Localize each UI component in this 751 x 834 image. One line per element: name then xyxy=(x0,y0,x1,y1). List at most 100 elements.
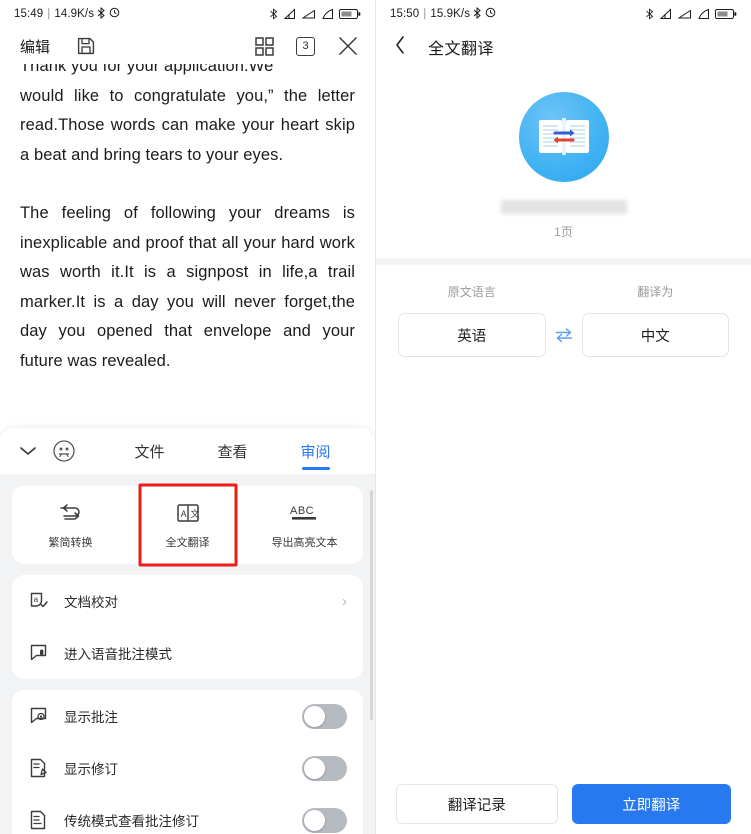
sheet-scrollbar[interactable] xyxy=(370,490,373,720)
close-icon[interactable] xyxy=(337,35,359,57)
proofread-icon: a xyxy=(28,591,50,611)
svg-text:ABC: ABC xyxy=(290,505,314,517)
revision-icon xyxy=(28,758,50,778)
svg-text:A: A xyxy=(180,509,186,519)
document-paragraph-2: The feeling of following your dreams is … xyxy=(20,204,355,370)
toggle-knob xyxy=(304,757,325,779)
phone-split-screen: 15:49 | 14.9K/s 编辑 3 Thank you for your … xyxy=(0,0,751,834)
toggles-list-card: 显示批注 显示修订 传统模式查看批注修订 xyxy=(12,690,363,834)
comment-eye-icon xyxy=(28,706,50,726)
signal-icon xyxy=(283,8,296,20)
alarm-icon xyxy=(109,7,120,21)
section-divider xyxy=(376,258,751,265)
translation-history-button[interactable]: 翻译记录 xyxy=(396,784,558,824)
left-status-bar: 15:49 | 14.9K/s xyxy=(0,0,375,28)
toggle-knob xyxy=(304,809,325,831)
book-translate-icon xyxy=(518,92,609,182)
bluetooth-icon xyxy=(473,6,482,22)
tools-list-card: a 文档校对 › 进入语音批注模式 xyxy=(12,575,363,679)
grid-icon[interactable] xyxy=(255,36,274,56)
svg-text:文: 文 xyxy=(190,508,199,519)
source-language-select[interactable]: 英语 xyxy=(398,313,546,357)
chevron-right-icon: › xyxy=(342,592,347,610)
review-bottom-sheet: 文件 查看 审阅 繁简转换 A 文 全文翻译 ABC 导出高亮文本 a 文档校对… xyxy=(0,428,375,834)
page-count-label: 1页 xyxy=(554,225,573,239)
chevron-down-icon[interactable] xyxy=(18,444,52,458)
right-status-bar: 15:50 | 15.9K/s xyxy=(376,0,751,28)
status-time: 15:49 xyxy=(14,8,44,20)
toggle-knob xyxy=(304,705,325,727)
toggle-show-comments[interactable] xyxy=(302,703,347,729)
row-label: 文档校对 xyxy=(64,595,118,610)
action-label: 全文翻译 xyxy=(165,537,210,549)
edit-button[interactable]: 编辑 xyxy=(20,36,50,57)
toggle-show-revisions[interactable] xyxy=(302,755,347,781)
status-netspeed: 14.9K/s xyxy=(54,8,95,20)
editor-toolbar: 编辑 3 xyxy=(0,28,375,64)
action-export-highlighted-text[interactable]: ABC 导出高亮文本 xyxy=(246,500,363,550)
tab-count-badge[interactable]: 3 xyxy=(296,36,315,56)
row-legacy-review-mode[interactable]: 传统模式查看批注修订 xyxy=(12,794,363,834)
save-icon[interactable] xyxy=(76,36,96,56)
tab-view[interactable]: 查看 xyxy=(191,428,274,474)
row-show-comments[interactable]: 显示批注 xyxy=(12,690,363,742)
brush-tool-icon[interactable] xyxy=(52,439,108,463)
signal-icon xyxy=(659,8,672,20)
row-label: 进入语音批注模式 xyxy=(64,647,172,662)
source-language-header: 原文语言 xyxy=(447,285,496,299)
svg-text:a: a xyxy=(34,595,39,604)
sheet-tab-bar: 文件 查看 审阅 xyxy=(0,428,375,474)
status-divider: | xyxy=(47,8,51,20)
toolbar-right-group: 3 xyxy=(255,35,359,57)
bluetooth-icon xyxy=(97,6,106,22)
battery-icon xyxy=(715,8,737,20)
page-title: 全文翻译 xyxy=(428,41,495,58)
status-netspeed: 15.9K/s xyxy=(430,8,471,20)
language-selectors: 英语 中文 xyxy=(398,313,729,357)
bluetooth-icon xyxy=(645,8,654,20)
row-document-proofread[interactable]: a 文档校对 › xyxy=(12,575,363,627)
action-full-text-translate[interactable]: A 文 全文翻译 xyxy=(129,500,246,550)
convert-icon xyxy=(58,500,84,525)
status-divider: | xyxy=(423,8,427,20)
translate-icon: A 文 xyxy=(176,500,200,525)
quick-actions-row: 繁简转换 A 文 全文翻译 ABC 导出高亮文本 xyxy=(12,486,363,564)
document-content[interactable]: Thank you for your application.We would … xyxy=(0,64,375,456)
translate-navbar: 全文翻译 xyxy=(376,28,751,66)
quick-actions-card: 繁简转换 A 文 全文翻译 ABC 导出高亮文本 xyxy=(12,486,363,564)
wifi-icon xyxy=(321,8,334,20)
language-selection-section: 原文语言 翻译为 英语 中文 xyxy=(376,265,751,357)
toolbar-left-group: 编辑 xyxy=(20,36,96,57)
toggle-legacy-review-mode[interactable] xyxy=(302,807,347,833)
voice-comment-icon xyxy=(28,643,50,663)
action-traditional-simplified-convert[interactable]: 繁简转换 xyxy=(12,500,129,550)
status-left-group: 15:50 | 15.9K/s xyxy=(390,6,496,22)
document-name-redacted xyxy=(500,200,627,214)
target-language-select[interactable]: 中文 xyxy=(581,313,729,357)
status-right-group xyxy=(269,8,361,20)
tab-files[interactable]: 文件 xyxy=(108,428,191,474)
row-show-revisions[interactable]: 显示修订 xyxy=(12,742,363,794)
back-chevron-icon[interactable] xyxy=(394,35,406,60)
row-label: 显示批注 xyxy=(64,710,118,725)
action-label: 繁简转换 xyxy=(48,537,93,549)
alarm-icon xyxy=(485,7,496,21)
tab-review[interactable]: 审阅 xyxy=(274,428,357,474)
bluetooth-icon xyxy=(269,8,278,20)
document-paragraph-1: would like to congratulate you,” the let… xyxy=(20,86,355,164)
translate-footer-actions: 翻译记录 立即翻译 xyxy=(376,784,751,824)
row-voice-comment-mode[interactable]: 进入语音批注模式 xyxy=(12,627,363,679)
header-spacer xyxy=(546,283,582,300)
wifi-icon xyxy=(697,8,710,20)
document-hero: 1页 xyxy=(376,66,751,240)
abc-icon: ABC xyxy=(288,500,322,525)
action-label: 导出高亮文本 xyxy=(271,537,338,549)
swap-horizontal-icon[interactable] xyxy=(546,327,582,343)
sheet-content: 繁简转换 A 文 全文翻译 ABC 导出高亮文本 a 文档校对 › 进入语音批注… xyxy=(0,474,375,834)
row-label: 传统模式查看批注修订 xyxy=(64,814,199,829)
document-paragraph-clipped: Thank you for your application.We xyxy=(20,64,274,75)
translate-now-button[interactable]: 立即翻译 xyxy=(571,784,731,824)
signal2-icon xyxy=(677,8,692,20)
left-pane-document-editor: 15:49 | 14.9K/s 编辑 3 Thank you for your … xyxy=(0,0,375,834)
right-pane-translate-page: 15:50 | 15.9K/s 全文翻译 1页 原文语言 翻译为 英语 中文 翻… xyxy=(375,0,751,834)
